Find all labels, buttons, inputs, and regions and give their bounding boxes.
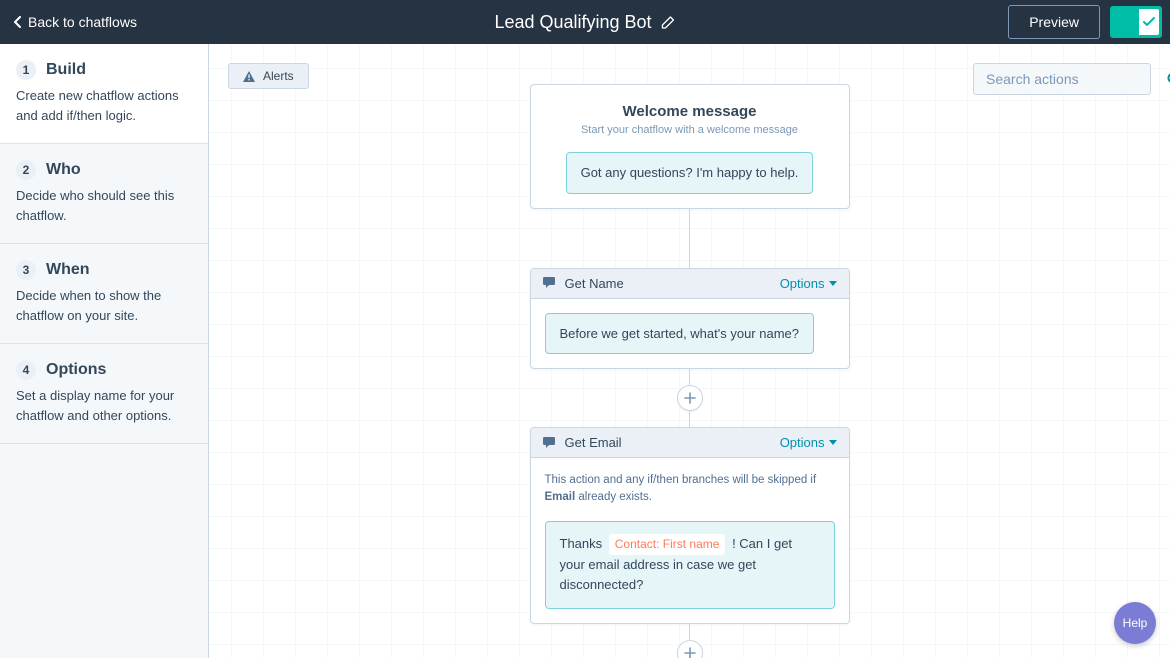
- caret-down-icon: [829, 440, 837, 445]
- step-desc: Decide when to show the chatflow on your…: [16, 286, 192, 325]
- title-wrap: Lead Qualifying Bot: [494, 12, 675, 33]
- search-wrap: [973, 63, 1151, 95]
- get-name-node[interactable]: Get Name Options Before we get started, …: [530, 268, 850, 370]
- back-link[interactable]: Back to chatflows: [8, 14, 137, 30]
- get-name-bubble: Before we get started, what's your name?: [545, 313, 815, 355]
- caret-down-icon: [829, 281, 837, 286]
- save-toggle-button[interactable]: [1110, 6, 1162, 38]
- help-label: Help: [1123, 616, 1148, 630]
- add-action-button[interactable]: [677, 385, 703, 411]
- step-number: 2: [16, 160, 36, 180]
- alerts-label: Alerts: [263, 69, 294, 83]
- step-title: Options: [46, 361, 106, 379]
- connector: [689, 411, 690, 427]
- node-title: Get Email: [565, 435, 772, 450]
- connector: [689, 209, 690, 268]
- step-desc: Decide who should see this chatflow.: [16, 186, 192, 225]
- help-button[interactable]: Help: [1114, 602, 1156, 644]
- get-email-node[interactable]: Get Email Options This action and any if…: [530, 427, 850, 624]
- step-number: 4: [16, 360, 36, 380]
- check-icon: [1139, 9, 1159, 35]
- node-options-link[interactable]: Options: [780, 276, 837, 291]
- header-actions: Preview: [1008, 5, 1162, 39]
- preview-button[interactable]: Preview: [1008, 5, 1100, 39]
- chat-icon: [543, 437, 557, 449]
- step-number: 3: [16, 260, 36, 280]
- add-action-button[interactable]: [677, 640, 703, 658]
- options-label: Options: [780, 276, 825, 291]
- sidebar-step-when[interactable]: 3 When Decide when to show the chatflow …: [0, 244, 208, 344]
- step-number: 1: [16, 60, 36, 80]
- skip-note: This action and any if/then branches wil…: [545, 472, 835, 507]
- sidebar: 1 Build Create new chatflow actions and …: [0, 44, 209, 658]
- step-title: Who: [46, 161, 81, 179]
- welcome-title: Welcome message: [547, 103, 833, 120]
- connector: [689, 624, 690, 640]
- edit-icon[interactable]: [662, 15, 676, 29]
- welcome-subtitle: Start your chatflow with a welcome messa…: [547, 124, 833, 136]
- warning-icon: [243, 71, 255, 82]
- connector: [689, 369, 690, 385]
- sidebar-step-options[interactable]: 4 Options Set a display name for your ch…: [0, 344, 208, 444]
- contact-token: Contact: First name: [609, 534, 726, 555]
- welcome-node[interactable]: Welcome message Start your chatflow with…: [530, 84, 850, 209]
- node-options-link[interactable]: Options: [780, 435, 837, 450]
- welcome-bubble: Got any questions? I'm happy to help.: [566, 152, 814, 194]
- options-label: Options: [780, 435, 825, 450]
- step-title: Build: [46, 61, 86, 79]
- app-header: Back to chatflows Lead Qualifying Bot Pr…: [0, 0, 1170, 44]
- search-input[interactable]: [986, 71, 1167, 87]
- chat-icon: [543, 277, 557, 289]
- step-title: When: [46, 261, 90, 279]
- get-email-bubble: Thanks Contact: First name ! Can I get y…: [545, 521, 835, 610]
- flow: Welcome message Start your chatflow with…: [530, 84, 850, 658]
- canvas[interactable]: Alerts Welcome message Start your chatfl…: [209, 44, 1170, 658]
- page-title: Lead Qualifying Bot: [494, 12, 651, 33]
- chevron-left-icon: [14, 16, 22, 28]
- sidebar-step-who[interactable]: 2 Who Decide who should see this chatflo…: [0, 144, 208, 244]
- sidebar-step-build[interactable]: 1 Build Create new chatflow actions and …: [0, 44, 208, 144]
- node-title: Get Name: [565, 276, 772, 291]
- step-desc: Set a display name for your chatflow and…: [16, 386, 192, 425]
- alerts-button[interactable]: Alerts: [228, 63, 309, 89]
- step-desc: Create new chatflow actions and add if/t…: [16, 86, 192, 125]
- back-label: Back to chatflows: [28, 14, 137, 30]
